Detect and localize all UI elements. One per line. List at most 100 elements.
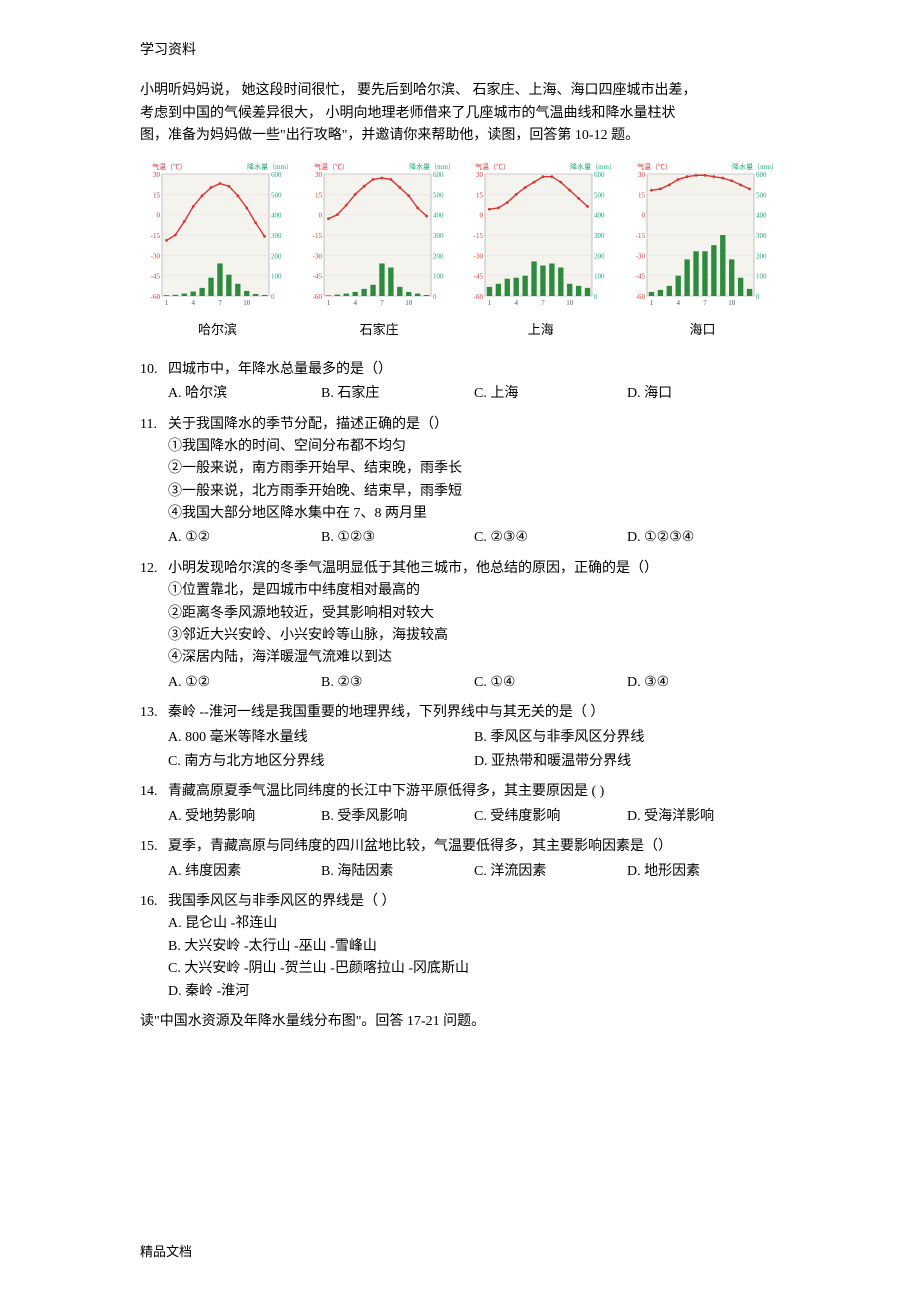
svg-text:200: 200	[594, 252, 605, 260]
chart-shanghai: 30150-15-30-45-606005004003002001000气温（℃…	[463, 160, 618, 341]
option-a: A. 昆仑山 -祁连山	[168, 913, 780, 935]
question-number: 10.	[140, 359, 168, 381]
question-text: 关于我国降水的季节分配，描述正确的是（）	[168, 414, 780, 436]
svg-text:500: 500	[594, 191, 605, 199]
svg-text:-15: -15	[312, 232, 322, 240]
question-text: 青藏高原夏季气温比同纬度的长江中下游平原低得多，其主要原因是 ( )	[168, 781, 780, 803]
svg-text:10: 10	[405, 299, 413, 307]
svg-text:0: 0	[594, 293, 598, 301]
svg-text:4: 4	[353, 299, 357, 307]
svg-text:7: 7	[542, 299, 546, 307]
option-c: C. ②③④	[474, 527, 627, 549]
option-c: C. 受纬度影响	[474, 806, 627, 828]
svg-text:-30: -30	[312, 252, 322, 260]
svg-text:30: 30	[315, 171, 323, 179]
question-number: 13.	[140, 702, 168, 724]
svg-text:气温（℃）: 气温（℃）	[152, 162, 187, 171]
svg-text:1: 1	[165, 299, 169, 307]
svg-text:气温（℃）: 气温（℃）	[475, 162, 510, 171]
svg-text:0: 0	[318, 211, 322, 219]
svg-text:600: 600	[271, 171, 282, 179]
svg-text:30: 30	[476, 171, 484, 179]
option-a: A. 800 毫米等降水量线	[168, 727, 474, 749]
svg-text:300: 300	[756, 232, 767, 240]
option-d: D. 地形因素	[627, 861, 780, 883]
question-11: 11. 关于我国降水的季节分配，描述正确的是（） ①我国降水的时间、空间分布都不…	[140, 414, 780, 550]
climate-chart: 30150-15-30-45-606005004003002001000气温（℃…	[625, 160, 780, 310]
sub-statement: ③一般来说，北方雨季开始晚、结束早，雨季短	[168, 481, 780, 503]
question-text: 秦岭 --淮河一线是我国重要的地理界线，下列界线中与其无关的是（ ）	[168, 702, 780, 724]
option-c: C. 上海	[474, 383, 627, 405]
svg-text:300: 300	[594, 232, 605, 240]
climate-chart: 30150-15-30-45-606005004003002001000气温（℃…	[302, 160, 457, 310]
option-a: A. 受地势影响	[168, 806, 321, 828]
svg-text:300: 300	[433, 232, 444, 240]
svg-text:200: 200	[433, 252, 444, 260]
option-b: B. 大兴安岭 -太行山 -巫山 -雪峰山	[168, 936, 780, 958]
option-a: A. ①②	[168, 527, 321, 549]
option-b: B. 季风区与非季风区分界线	[474, 727, 780, 749]
svg-text:-30: -30	[474, 252, 484, 260]
svg-text:500: 500	[433, 191, 444, 199]
sub-statement: ②一般来说，南方雨季开始早、结束晚，雨季长	[168, 458, 780, 480]
question-14: 14. 青藏高原夏季气温比同纬度的长江中下游平原低得多，其主要原因是 ( ) A…	[140, 781, 780, 828]
option-d: D. ③④	[627, 672, 780, 694]
svg-text:7: 7	[703, 299, 707, 307]
chart-shijiazhuang: 30150-15-30-45-606005004003002001000气温（℃…	[302, 160, 457, 341]
question-10: 10. 四城市中，年降水总量最多的是（） A. 哈尔滨 B. 石家庄 C. 上海…	[140, 359, 780, 406]
svg-text:-60: -60	[474, 293, 484, 301]
question-13: 13. 秦岭 --淮河一线是我国重要的地理界线，下列界线中与其无关的是（ ） A…	[140, 702, 780, 773]
svg-text:4: 4	[191, 299, 195, 307]
svg-text:-45: -45	[151, 272, 161, 280]
option-d: D. 秦岭 -淮河	[168, 981, 780, 1003]
svg-text:7: 7	[380, 299, 384, 307]
svg-text:-15: -15	[636, 232, 646, 240]
page-footer: 精品文档	[140, 1242, 192, 1263]
svg-text:降水量（mm）: 降水量（mm）	[732, 162, 778, 171]
question-number: 16.	[140, 891, 168, 913]
page-header: 学习资料	[140, 40, 780, 62]
svg-text:400: 400	[271, 211, 282, 219]
svg-text:-30: -30	[151, 252, 161, 260]
question-number: 14.	[140, 781, 168, 803]
svg-text:降水量（mm）: 降水量（mm）	[570, 162, 616, 171]
option-d: D. 受海洋影响	[627, 806, 780, 828]
svg-text:-45: -45	[312, 272, 322, 280]
svg-text:0: 0	[756, 293, 760, 301]
svg-text:15: 15	[638, 191, 646, 199]
svg-text:500: 500	[756, 191, 767, 199]
option-d: D. 海口	[627, 383, 780, 405]
chart-city-label: 海口	[625, 320, 780, 341]
intro-paragraph: 小明听妈妈说， 她这段时间很忙， 要先后到哈尔滨、 石家庄、上海、海口四座城市出…	[140, 80, 780, 147]
question-number: 11.	[140, 414, 168, 436]
svg-text:-60: -60	[636, 293, 646, 301]
svg-text:-30: -30	[636, 252, 646, 260]
chart-city-label: 哈尔滨	[140, 320, 295, 341]
svg-text:-60: -60	[312, 293, 322, 301]
svg-text:-45: -45	[636, 272, 646, 280]
svg-text:200: 200	[271, 252, 282, 260]
option-d: D. ①②③④	[627, 527, 780, 549]
question-text: 我国季风区与非季风区的界线是（ ）	[168, 891, 780, 913]
svg-text:1: 1	[488, 299, 492, 307]
sub-statement: ③邻近大兴安岭、小兴安岭等山脉，海拔较高	[168, 625, 780, 647]
option-a: A. 纬度因素	[168, 861, 321, 883]
question-number: 12.	[140, 558, 168, 580]
svg-text:-15: -15	[474, 232, 484, 240]
svg-text:100: 100	[271, 272, 282, 280]
option-c: C. ①④	[474, 672, 627, 694]
svg-text:-45: -45	[474, 272, 484, 280]
question-12: 12. 小明发现哈尔滨的冬季气温明显低于其他三城市，他总结的原因，正确的是（） …	[140, 558, 780, 694]
svg-text:100: 100	[594, 272, 605, 280]
svg-text:10: 10	[243, 299, 251, 307]
charts-row: 30150-15-30-45-606005004003002001000气温（℃…	[140, 160, 780, 341]
svg-text:降水量（mm）: 降水量（mm）	[409, 162, 455, 171]
svg-text:1: 1	[326, 299, 330, 307]
svg-text:600: 600	[594, 171, 605, 179]
svg-text:600: 600	[433, 171, 444, 179]
svg-text:100: 100	[433, 272, 444, 280]
post-text: 读"中国水资源及年降水量线分布图"。回答 17-21 问题。	[140, 1011, 780, 1033]
svg-text:10: 10	[567, 299, 575, 307]
option-b: B. ①②③	[321, 527, 474, 549]
svg-text:4: 4	[676, 299, 680, 307]
